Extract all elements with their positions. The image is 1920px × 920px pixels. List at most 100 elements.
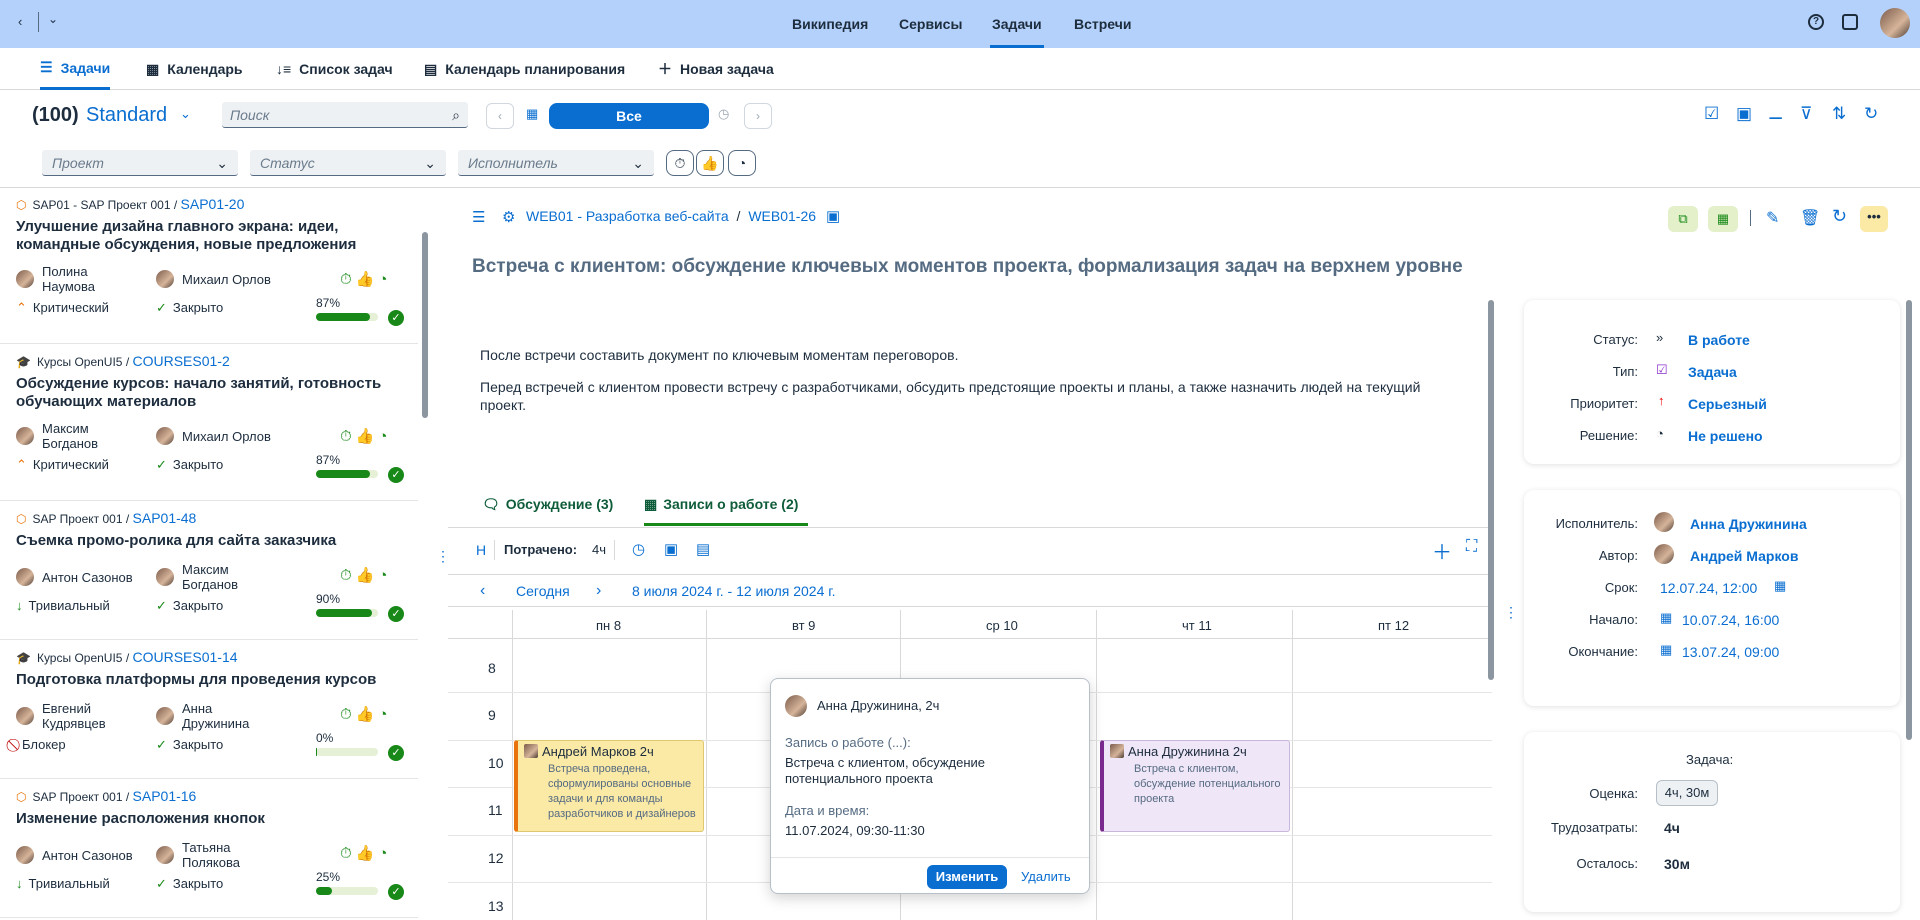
status-value[interactable]: В работе <box>1688 332 1750 348</box>
task-check-icon[interactable]: ☑ <box>1704 104 1719 124</box>
author-value[interactable]: Андрей Марков <box>1690 548 1798 564</box>
project-icon: ⬡ <box>16 198 27 212</box>
task-actions[interactable]: ⏱👍◔ <box>340 566 391 584</box>
collapse-icon[interactable]: ⚊ <box>1768 104 1783 124</box>
help-icon[interactable]: ? <box>1808 14 1824 30</box>
breadcrumb-project[interactable]: WEB01 - Разработка веб-сайта <box>526 208 729 224</box>
chevron-down-icon[interactable]: ⌄ <box>48 12 58 26</box>
copy-button[interactable]: ⧉ <box>1668 206 1698 232</box>
assignee: Полина Наумова <box>16 264 95 294</box>
popover-author: Анна Дружинина, 2ч <box>817 698 940 713</box>
assignee-value[interactable]: Анна Дружинина <box>1690 516 1807 532</box>
task-actions[interactable]: ⏱👍◔ <box>340 427 391 445</box>
search-icon[interactable]: ⌕ <box>452 107 460 124</box>
tab-task-list[interactable]: ↓≡ Список задач <box>276 48 393 90</box>
delete-button[interactable]: Удалить <box>1021 869 1071 884</box>
popover-label: Запись о работе (...): <box>785 735 911 750</box>
right-scrollbar[interactable] <box>1906 300 1912 740</box>
nav-item-services[interactable]: Сервисы <box>897 0 964 48</box>
status: ✓ Закрыто <box>156 737 224 752</box>
more-button[interactable]: ••• <box>1860 206 1888 232</box>
filter-icon[interactable]: ⊽ <box>1800 104 1812 124</box>
refresh-icon[interactable]: ↻ <box>1864 104 1878 124</box>
next-week-icon[interactable]: › <box>596 582 601 600</box>
calendar-button[interactable]: ▦ <box>1708 206 1738 232</box>
refresh-icon[interactable]: ↻ <box>1832 206 1847 227</box>
priority-value[interactable]: Серьезный <box>1688 396 1767 412</box>
variant-select[interactable]: Standard <box>86 104 167 127</box>
prev-button[interactable]: ‹ <box>486 103 514 129</box>
like-toggle[interactable]: 👍 <box>696 150 724 176</box>
nav-item-tasks[interactable]: Задачи <box>990 0 1044 48</box>
task-type-icon: ☑ <box>1656 362 1668 377</box>
time-icon[interactable]: ◷ <box>632 540 645 558</box>
fullscreen-icon[interactable]: ⛶ <box>1466 538 1477 556</box>
prev-week-icon[interactable]: ‹ <box>480 582 485 600</box>
spent-label: Трудозатраты: <box>1551 820 1638 835</box>
list-item[interactable]: ⬡ SAP Проект 001 / SAP01-48 Съемка промо-… <box>0 502 418 640</box>
edit-icon[interactable]: ✎ <box>1766 208 1779 228</box>
date-range[interactable]: 8 июля 2024 г. - 12 июля 2024 г. <box>632 583 836 599</box>
resolution-value[interactable]: Не решено <box>1688 428 1763 444</box>
list-scrollbar[interactable] <box>422 232 428 418</box>
estimate-value[interactable]: 4ч, 30м <box>1656 780 1718 806</box>
user-avatar[interactable] <box>1880 8 1910 38</box>
list-item[interactable]: ⬡ SAP Проект 001 / SAP01-16 Изменение рас… <box>0 780 418 918</box>
delete-icon[interactable]: 🗑 <box>1800 208 1820 228</box>
spent-label: Потрачено: <box>504 542 578 557</box>
tab-tasks[interactable]: ☰ Задачи <box>40 48 111 90</box>
edit-button[interactable]: Изменить <box>927 865 1007 889</box>
tab-planning-calendar[interactable]: ▤ Календарь планирования <box>424 48 625 90</box>
splitter-handle-icon[interactable]: ⋮ <box>1504 604 1518 621</box>
end-value[interactable]: 13.07.24, 09:00 <box>1682 644 1779 660</box>
calendar-copy-icon[interactable]: ▣ <box>1736 104 1752 124</box>
tab-new-task[interactable]: ＋ Новая задача <box>658 48 774 90</box>
list-icon[interactable]: ☰ <box>472 208 485 226</box>
tab-calendar[interactable]: ▦ Календарь <box>146 48 243 90</box>
due-value[interactable]: 12.07.24, 12:00 <box>1660 580 1757 596</box>
remaining-value: 30м <box>1664 856 1690 872</box>
task-actions[interactable]: ⏱👍◔ <box>340 705 391 723</box>
today-button[interactable]: Сегодня <box>516 583 570 599</box>
calendar-icon[interactable]: ▦ <box>526 106 538 122</box>
project-filter[interactable]: Проект ⌄ <box>42 150 238 176</box>
calendar-copy-icon[interactable]: ▤ <box>696 540 710 558</box>
calendar-icon[interactable]: ▦ <box>1774 578 1786 594</box>
resolved-toggle[interactable]: ◔ <box>728 150 756 176</box>
list-item[interactable]: ⬡ SAP01 - SAP Проект 001 / SAP01-20 Улучш… <box>0 188 418 344</box>
nav-item-meetings[interactable]: Встречи <box>1072 0 1133 48</box>
tab-worklog[interactable]: ▦ Записи о работе (2) <box>644 490 809 526</box>
presentation-icon[interactable]: ▣ <box>664 540 678 558</box>
worklog-popover: Анна Дружинина, 2ч Запись о работе (...)… <box>770 678 1090 894</box>
search-input[interactable]: Поиск ⌕ <box>222 102 468 128</box>
start-value[interactable]: 10.07.24, 16:00 <box>1682 612 1779 628</box>
all-button[interactable]: Все <box>549 103 709 129</box>
tab-discussion[interactable]: 🗨 Обсуждение (3) <box>482 490 613 526</box>
timer-toggle[interactable]: ⏱ <box>666 150 694 176</box>
hours-toggle[interactable]: Н <box>476 542 486 558</box>
separator <box>38 12 39 32</box>
sort-icon[interactable]: ⇅ <box>1832 104 1846 124</box>
list-item[interactable]: 🎓 Курсы OpenUI5 / COURSES01-14 Подготовка… <box>0 641 418 779</box>
back-icon[interactable]: ‹ <box>18 14 22 29</box>
priority: ↓ Тривиальный <box>16 876 110 891</box>
assignee-filter[interactable]: Исполнитель ⌄ <box>458 150 654 176</box>
list-item[interactable]: 🎓 Курсы OpenUI5 / COURSES01-2 Обсуждение … <box>0 345 418 501</box>
next-button[interactable]: › <box>744 103 772 129</box>
nav-item-wiki[interactable]: Википедия <box>790 0 870 48</box>
open-in-new-icon[interactable]: ▣ <box>826 207 840 225</box>
worklog-event[interactable]: Андрей Марков 2ч Встреча проведена, сфор… <box>514 740 704 832</box>
notifications-icon[interactable] <box>1842 14 1858 30</box>
calendar-icon: ▦ <box>644 496 658 512</box>
status-filter[interactable]: Статус ⌄ <box>250 150 446 176</box>
type-value[interactable]: Задача <box>1688 364 1737 380</box>
detail-scrollbar[interactable] <box>1488 300 1494 680</box>
breadcrumb-task[interactable]: WEB01-26 <box>748 208 816 224</box>
task-actions[interactable]: ⏱👍◔ <box>340 844 391 862</box>
worklog-event[interactable]: Анна Дружинина 2ч Встреча с клиентом, об… <box>1100 740 1290 832</box>
day-column <box>706 610 707 920</box>
clock-icon[interactable]: ◷ <box>718 106 729 122</box>
task-actions[interactable]: ⏱👍◔ <box>340 270 391 288</box>
chevron-down-icon[interactable]: ⌄ <box>180 106 191 122</box>
add-icon[interactable]: ＋ <box>1432 536 1452 565</box>
